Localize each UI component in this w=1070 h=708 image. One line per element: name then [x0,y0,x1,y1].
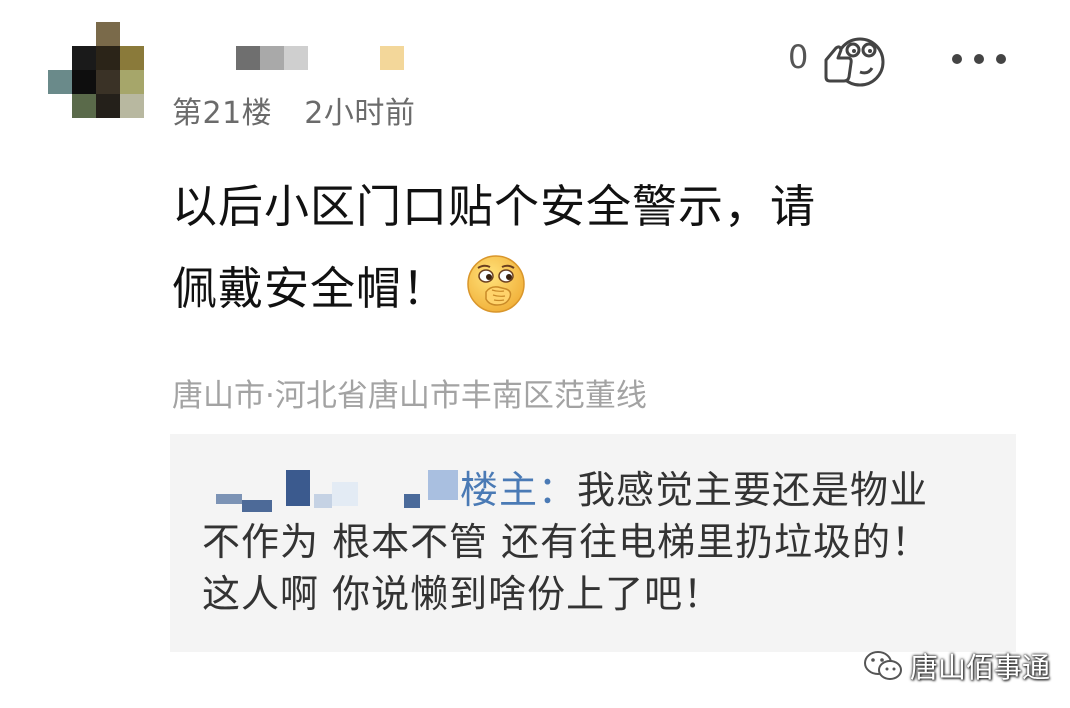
reply-text: 楼主：我感觉主要还是物业 不作为 根本不管 还有往电梯里扔垃圾的！ 这人啊 你说… [202,464,982,620]
reply-line-3: 这人啊 你说懒到啥份上了吧！ [202,572,723,616]
reply-line-2: 不作为 根本不管 还有往电梯里扔垃圾的！ [202,520,931,564]
comment-page: 第21楼 2小时前 0 以后小区门口贴个安全警示，请 佩戴安全帽！ 唐山市·河北… [0,0,1070,708]
post-content-line-2: 佩戴安全帽！ [172,248,992,330]
post-time: 2小时前 [304,96,416,131]
post-content-line-2-text: 佩戴安全帽！ [172,262,449,315]
post-content: 以后小区门口贴个安全警示，请 佩戴安全帽！ [172,166,992,330]
username-obscured[interactable] [236,46,436,70]
post-location: 唐山市·河北省唐山市丰南区范董线 [172,378,647,414]
reply-line-1: 楼主：我感觉主要还是物业 [202,464,982,516]
post-content-line-1: 以后小区门口贴个安全警示，请 [172,180,817,233]
more-dots-icon[interactable] [950,52,1008,66]
watermark: 唐山佰事通 [862,644,1050,688]
avatar[interactable] [48,22,144,118]
watermark-text: 唐山佰事通 [910,651,1051,684]
thumb-emoji-icon[interactable] [820,30,886,90]
cover-mouth-emoji-icon [467,255,525,313]
reply-author-link[interactable]: 楼主： [460,468,577,512]
like-count: 0 [788,38,809,76]
wechat-logo-icon [864,651,902,680]
reply-box[interactable]: 楼主：我感觉主要还是物业 不作为 根本不管 还有往电梯里扔垃圾的！ 这人啊 你说… [170,434,1016,652]
post-meta: 第21楼 2小时前 [172,88,415,132]
reply-line-1-text: 我感觉主要还是物业 [577,468,929,512]
floor-number: 第21楼 [172,96,273,131]
